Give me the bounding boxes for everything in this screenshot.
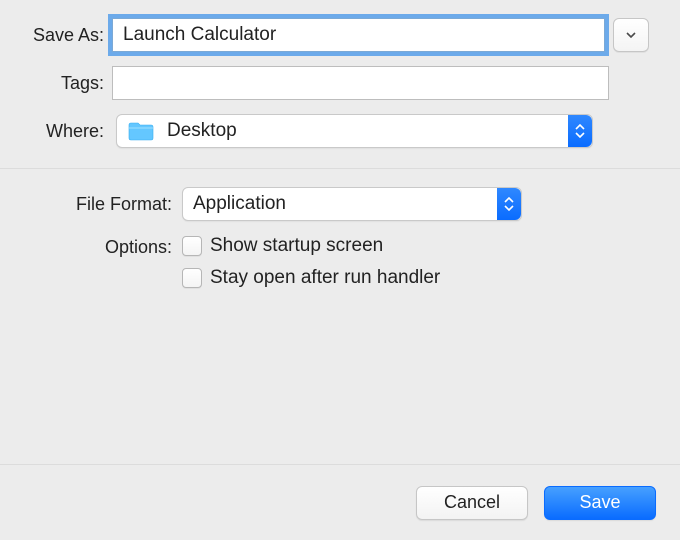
label-file-format: File Format: [0, 194, 182, 215]
cancel-button[interactable]: Cancel [416, 486, 528, 520]
file-format-popup[interactable]: Application [182, 187, 522, 221]
row-save-as: Save As: [0, 18, 680, 52]
checkbox-stay-open[interactable] [182, 268, 202, 288]
save-dialog: Save As: Tags: Where: Desktop [0, 0, 680, 540]
file-format-value: Application [183, 193, 296, 215]
options-group: Show startup screen Stay open after run … [182, 235, 440, 299]
save-as-input[interactable] [112, 18, 605, 52]
save-button[interactable]: Save [544, 486, 656, 520]
option-show-startup-label: Show startup screen [210, 235, 383, 257]
label-where: Where: [0, 121, 112, 142]
label-tags: Tags: [0, 73, 112, 94]
label-options: Options: [0, 235, 182, 258]
expand-dialog-button[interactable] [613, 18, 649, 52]
cancel-button-label: Cancel [444, 492, 500, 513]
row-options: Options: Show startup screen Stay open a… [0, 235, 680, 299]
label-save-as: Save As: [0, 25, 112, 46]
chevron-down-icon [626, 32, 636, 38]
row-where: Where: Desktop [0, 114, 680, 148]
checkbox-show-startup[interactable] [182, 236, 202, 256]
folder-icon [127, 120, 155, 142]
option-show-startup: Show startup screen [182, 235, 440, 257]
format-section: File Format: Application Options: Show s… [0, 168, 680, 299]
popup-stepper-icon [497, 188, 521, 220]
option-stay-open-label: Stay open after run handler [210, 267, 440, 289]
option-stay-open: Stay open after run handler [182, 267, 440, 289]
tags-input[interactable] [112, 66, 609, 100]
save-button-label: Save [579, 492, 620, 513]
row-file-format: File Format: Application [0, 187, 680, 221]
popup-stepper-icon [568, 115, 592, 147]
where-value: Desktop [157, 120, 247, 142]
row-tags: Tags: [0, 66, 680, 100]
where-popup[interactable]: Desktop [116, 114, 593, 148]
dialog-footer: Cancel Save [0, 464, 680, 540]
